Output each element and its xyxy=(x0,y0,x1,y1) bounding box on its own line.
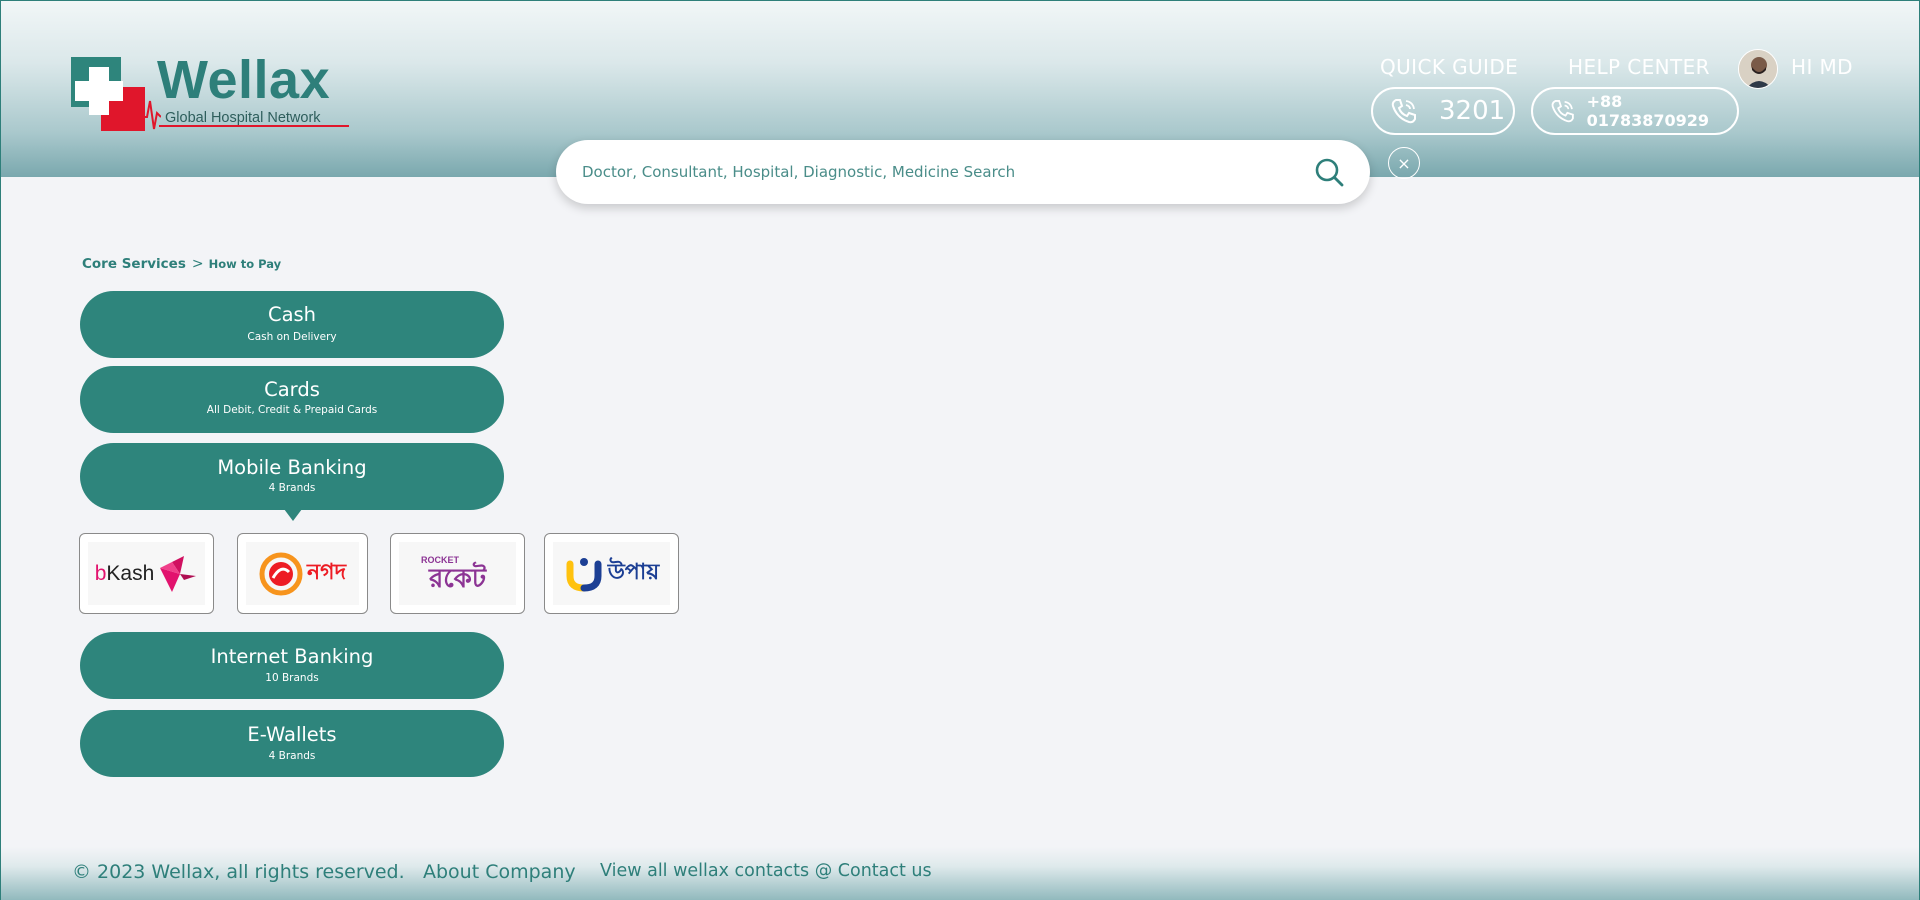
brand-bkash[interactable]: bKash xyxy=(79,533,214,614)
payment-method-title: Internet Banking xyxy=(210,645,374,668)
rocket-small-label: ROCKET xyxy=(421,554,459,565)
footer-copyright: © 2023 Wellax, all rights reserved. xyxy=(72,861,405,883)
bkash-bird-icon xyxy=(160,555,197,592)
payment-method-subtitle: 10 Brands xyxy=(265,672,319,684)
help-center-number: +88 01783870929 xyxy=(1586,92,1710,130)
brand-upay[interactable]: উপায় xyxy=(544,533,679,614)
upay-wordmark: উপায় xyxy=(607,560,660,585)
payment-method-title: Mobile Banking xyxy=(217,456,367,479)
brand-logo: ROCKET রকেট xyxy=(399,542,516,605)
payment-method-title: Cash xyxy=(267,303,317,326)
brand-logo: উপায় xyxy=(553,542,670,605)
quick-guide-call-button[interactable]: 3201 xyxy=(1371,87,1515,135)
logo-wordmark: Wellax xyxy=(157,50,331,110)
breadcrumb: Core Services > How to Pay xyxy=(82,256,281,272)
phone-icon xyxy=(1551,99,1574,123)
nagad-wordmark: নগদ xyxy=(306,560,347,585)
breadcrumb-core-services[interactable]: Core Services xyxy=(82,256,186,272)
user-avatar-icon xyxy=(1739,50,1777,88)
user-avatar[interactable] xyxy=(1738,49,1778,89)
bkash-logo: bKash xyxy=(94,561,155,585)
upay-u-icon xyxy=(566,557,602,591)
search-icon[interactable] xyxy=(1314,157,1344,187)
payment-method-e-wallets[interactable]: E-Wallets 4 Brands xyxy=(80,710,504,777)
quick-guide-link[interactable]: QUICK GUIDE xyxy=(1380,55,1518,79)
payment-method-subtitle: All Debit, Credit & Prepaid Cards xyxy=(206,404,378,416)
brand-nagad[interactable]: নগদ xyxy=(237,533,368,614)
medical-cross-logo-icon xyxy=(71,57,161,131)
brand-logo: bKash xyxy=(88,542,205,605)
quick-guide-number: 3201 xyxy=(1439,96,1506,126)
payment-method-title: E-Wallets xyxy=(247,723,337,746)
chevron-right-icon: > xyxy=(191,256,204,272)
logo-tagline: Global Hospital Network xyxy=(165,110,321,126)
payment-method-subtitle: 4 Brands xyxy=(268,482,316,494)
help-center-call-button[interactable]: +88 01783870929 xyxy=(1531,87,1739,135)
payment-method-internet-banking[interactable]: Internet Banking 10 Brands xyxy=(80,632,504,699)
help-center-link[interactable]: HELP CENTER xyxy=(1568,55,1710,79)
footer-contacts-link[interactable]: View all wellax contacts @ Contact us xyxy=(600,861,932,881)
user-greeting[interactable]: HI MD xyxy=(1791,55,1853,79)
payment-method-mobile-banking[interactable]: Mobile Banking 4 Brands xyxy=(80,443,504,521)
wellax-logo[interactable]: Wellax Global Hospital Network xyxy=(71,50,349,133)
phone-icon xyxy=(1391,99,1416,124)
search-input[interactable] xyxy=(582,158,1282,186)
payment-method-title: Cards xyxy=(264,378,320,401)
breadcrumb-how-to-pay: How to Pay xyxy=(208,257,282,271)
payment-method-subtitle: 4 Brands xyxy=(268,750,316,762)
nagad-emblem-icon xyxy=(259,552,303,595)
footer-about-link[interactable]: About Company xyxy=(423,861,576,883)
clear-search-button[interactable]: × xyxy=(1388,147,1420,179)
rocket-wordmark: রকেট xyxy=(428,563,487,594)
search-bar xyxy=(556,140,1370,204)
payment-method-cash[interactable]: Cash Cash on Delivery xyxy=(80,291,504,358)
payment-method-subtitle: Cash on Delivery xyxy=(247,331,337,343)
brand-logo: নগদ xyxy=(246,542,359,605)
brand-rocket[interactable]: ROCKET রকেট xyxy=(390,533,525,614)
close-icon: × xyxy=(1397,153,1411,173)
payment-method-cards[interactable]: Cards All Debit, Credit & Prepaid Cards xyxy=(80,366,504,433)
